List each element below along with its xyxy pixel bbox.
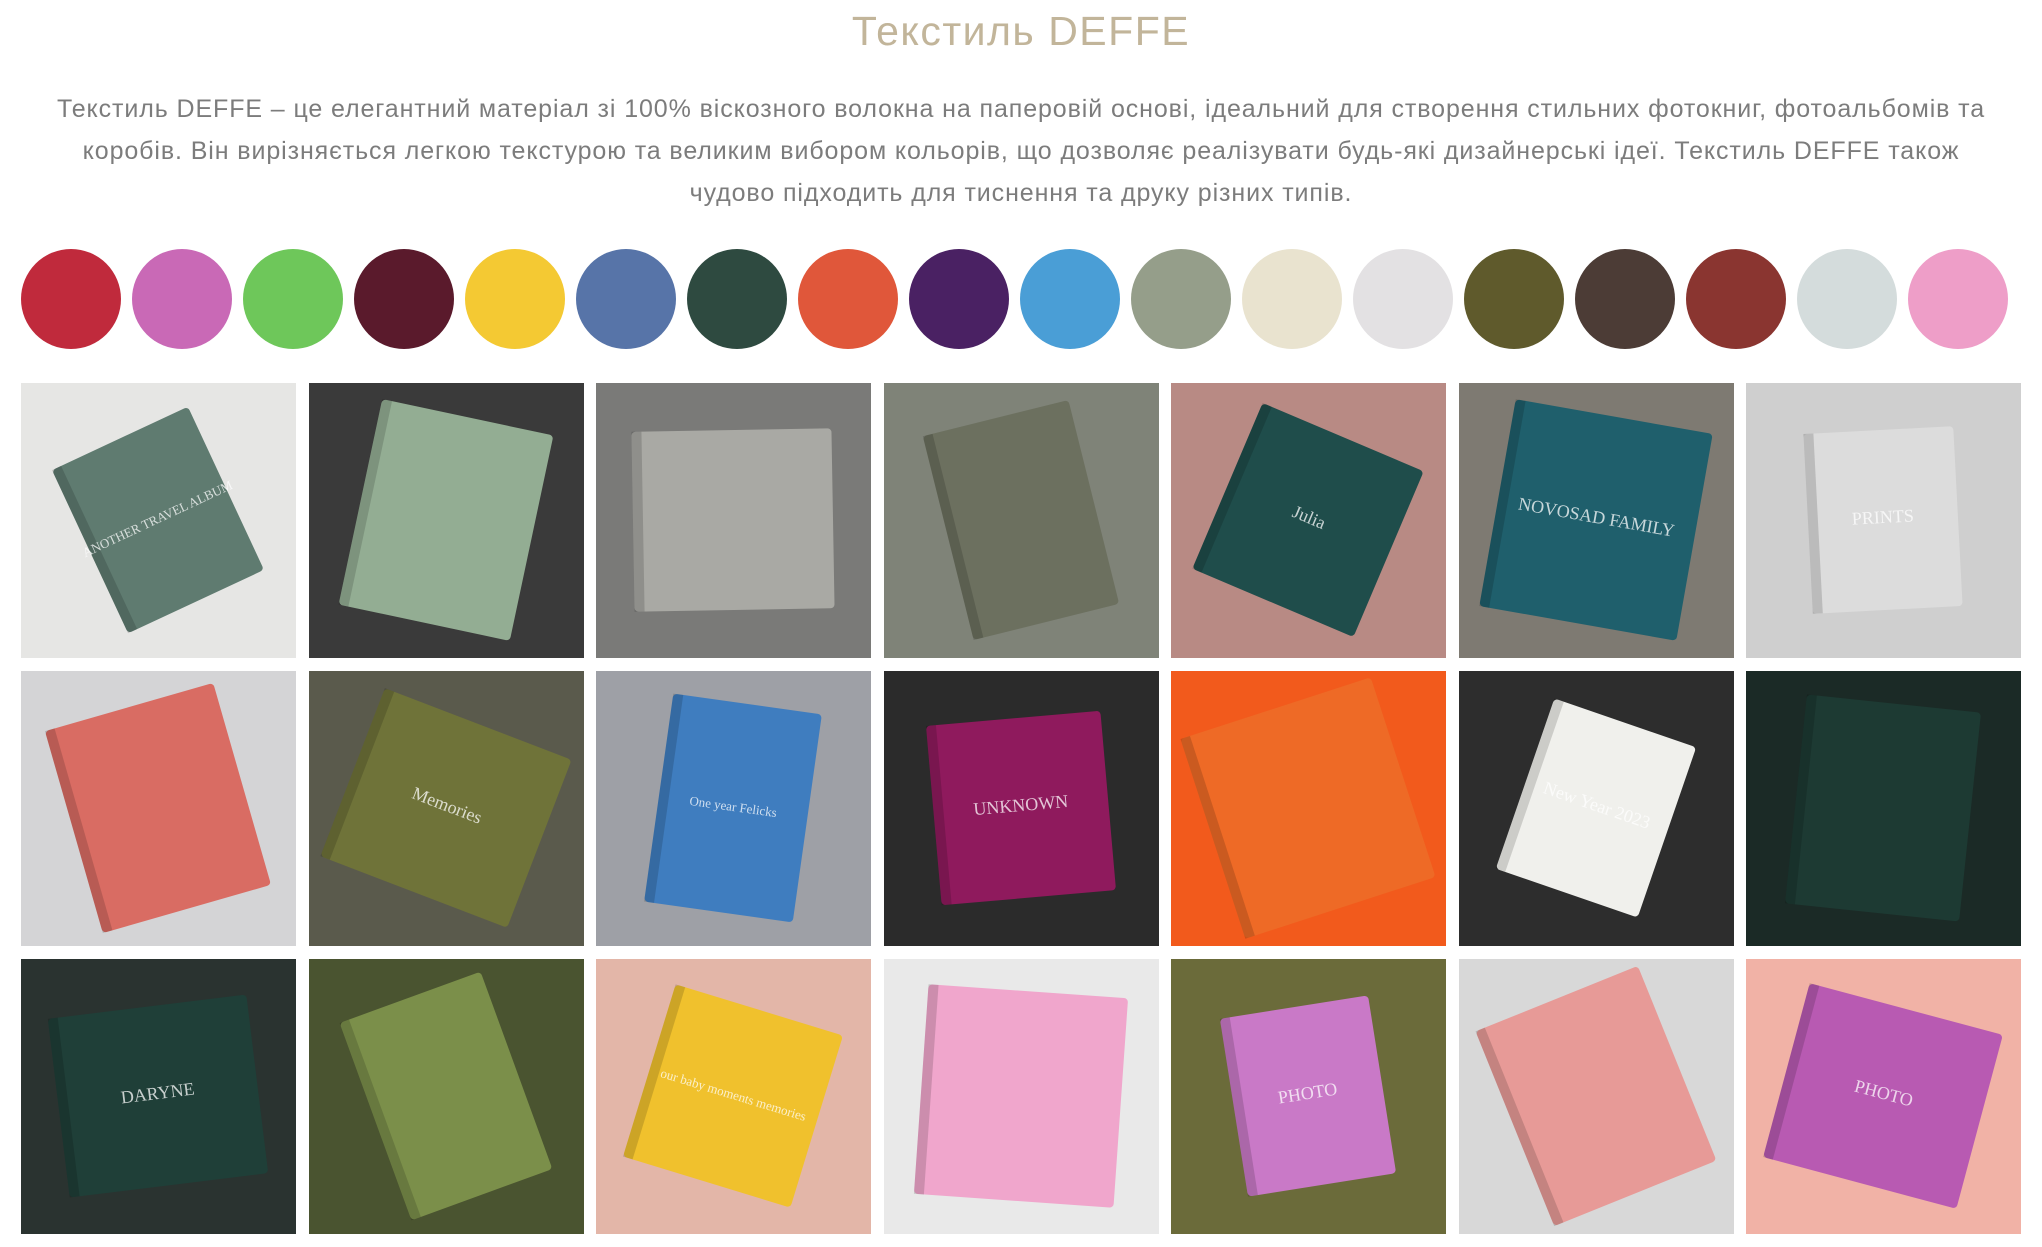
color-swatch[interactable] xyxy=(1353,249,1453,349)
photo-image xyxy=(1171,671,1446,946)
photo-image xyxy=(1459,959,1734,1234)
gallery-photo[interactable] xyxy=(309,383,584,658)
gallery-photo[interactable]: PHOTO xyxy=(1171,959,1446,1234)
description-text: Текстиль DEFFE – це елегантний матеріал … xyxy=(56,95,1986,207)
gallery-photo[interactable] xyxy=(1171,671,1446,946)
color-swatch[interactable] xyxy=(21,249,121,349)
gallery-photo[interactable]: PRINTS xyxy=(1746,383,2021,658)
gallery-photo[interactable] xyxy=(1746,671,2021,946)
photo-image xyxy=(884,959,1159,1234)
color-swatch[interactable] xyxy=(687,249,787,349)
photo-image: One year Felicks xyxy=(596,671,871,946)
color-swatch[interactable] xyxy=(798,249,898,349)
gallery-photo[interactable] xyxy=(596,383,871,658)
gallery-photo[interactable] xyxy=(21,671,296,946)
color-swatch[interactable] xyxy=(1464,249,1564,349)
color-swatch[interactable] xyxy=(1908,249,2008,349)
color-swatch[interactable] xyxy=(1575,249,1675,349)
color-swatch[interactable] xyxy=(1686,249,1786,349)
gallery-photo[interactable]: UNKNOWN xyxy=(884,671,1159,946)
gallery-photo[interactable]: our baby moments memories xyxy=(596,959,871,1234)
page-title: Текстиль DEFFE xyxy=(851,8,1191,54)
photo-image: Julia xyxy=(1171,383,1446,658)
photo-image: NOVOSAD FAMILY xyxy=(1459,383,1734,658)
photo-image: Memories xyxy=(309,671,584,946)
gallery-photo[interactable]: NOVOSAD FAMILY xyxy=(1459,383,1734,658)
photo-image: DARYNE xyxy=(21,959,296,1234)
color-swatches xyxy=(21,249,2021,349)
photo-gallery: ANOTHER TRAVEL ALBUM Julia NOVOSAD FAMILY P… xyxy=(21,383,2021,1234)
color-swatch[interactable] xyxy=(1242,249,1342,349)
photo-image xyxy=(1746,671,2021,946)
gallery-photo[interactable]: New Year 2023 xyxy=(1459,671,1734,946)
gallery-photo[interactable]: Julia xyxy=(1171,383,1446,658)
photo-image: ANOTHER TRAVEL ALBUM xyxy=(21,383,296,658)
color-swatch[interactable] xyxy=(354,249,454,349)
photo-image: our baby moments memories xyxy=(596,959,871,1234)
photo-image xyxy=(884,383,1159,658)
color-swatch[interactable] xyxy=(576,249,676,349)
gallery-photo[interactable] xyxy=(884,959,1159,1234)
photo-image: PHOTO xyxy=(1171,959,1446,1234)
gallery-photo[interactable]: DARYNE xyxy=(21,959,296,1234)
color-swatch[interactable] xyxy=(1020,249,1120,349)
photo-image xyxy=(21,671,296,946)
photo-image xyxy=(309,383,584,658)
gallery-photo[interactable]: One year Felicks xyxy=(596,671,871,946)
color-swatch[interactable] xyxy=(132,249,232,349)
book-cover-text: PRINTS xyxy=(1851,505,1914,528)
gallery-photo[interactable] xyxy=(1459,959,1734,1234)
photo-image xyxy=(309,959,584,1234)
gallery-photo[interactable]: ANOTHER TRAVEL ALBUM xyxy=(21,383,296,658)
gallery-photo[interactable]: Memories xyxy=(309,671,584,946)
gallery-photo[interactable]: PHOTO xyxy=(1746,959,2021,1234)
photo-image: New Year 2023 xyxy=(1459,671,1734,946)
color-swatch[interactable] xyxy=(243,249,343,349)
photo-image: PHOTO xyxy=(1746,959,2021,1234)
color-swatch[interactable] xyxy=(465,249,565,349)
color-swatch[interactable] xyxy=(1797,249,1897,349)
gallery-photo[interactable] xyxy=(309,959,584,1234)
photo-image: UNKNOWN xyxy=(884,671,1159,946)
photo-image: PRINTS xyxy=(1746,383,2021,658)
photo-image xyxy=(596,383,871,658)
gallery-photo[interactable] xyxy=(884,383,1159,658)
color-swatch[interactable] xyxy=(909,249,1009,349)
color-swatch[interactable] xyxy=(1131,249,1231,349)
